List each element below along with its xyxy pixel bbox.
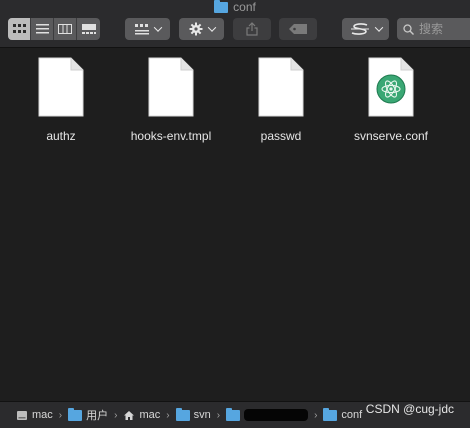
file-name: svnserve.conf <box>353 129 429 143</box>
blank-document-icon <box>38 57 84 117</box>
path-item-svn[interactable]: svn <box>175 407 211 421</box>
home-icon <box>124 410 135 420</box>
path-item-home[interactable]: mac <box>123 409 160 421</box>
path-item-conf[interactable]: conf <box>323 407 362 421</box>
path-item-redacted[interactable] <box>226 407 309 421</box>
file-grid: authz hooks-env.tmpl passwd svnserve.con… <box>0 49 470 401</box>
file-item-svnserve-conf[interactable]: svnserve.conf <box>336 57 446 143</box>
chevron-right-icon: › <box>314 409 318 421</box>
blank-document-icon <box>148 57 194 117</box>
folder-icon <box>175 407 190 421</box>
file-item-passwd[interactable]: passwd <box>226 57 336 143</box>
column-view-button[interactable] <box>54 18 77 40</box>
file-name: hooks-env.tmpl <box>130 129 212 143</box>
view-mode-control <box>8 18 100 40</box>
share-icon <box>246 22 258 36</box>
toolbar: conf <box>0 0 470 48</box>
icon-view-button[interactable] <box>8 18 31 40</box>
group-icon <box>134 23 149 34</box>
chevron-right-icon: › <box>166 409 170 421</box>
chevron-down-icon <box>374 23 383 32</box>
file-item-hooks-env[interactable]: hooks-env.tmpl <box>116 57 226 143</box>
path-item-users[interactable]: 用户 <box>68 407 108 423</box>
blank-document-icon <box>258 57 304 117</box>
tag-icon <box>289 24 307 34</box>
list-view-button[interactable] <box>31 18 54 40</box>
gallery-view-icon <box>81 24 96 34</box>
folder-icon <box>214 0 229 13</box>
tag-button[interactable] <box>279 18 317 40</box>
svn-action-button[interactable] <box>342 18 389 40</box>
gear-icon <box>189 22 202 36</box>
watermark: CSDN @cug-jdc <box>365 402 454 416</box>
chevron-right-icon: › <box>58 409 63 421</box>
folder-icon <box>68 407 83 421</box>
chevron-down-icon <box>207 23 216 32</box>
file-item-authz[interactable]: authz <box>6 57 116 143</box>
folder-icon <box>226 407 241 421</box>
redacted-label <box>244 409 309 421</box>
chevron-right-icon: › <box>216 409 221 421</box>
gallery-view-button[interactable] <box>77 18 100 40</box>
search-input[interactable] <box>419 22 469 36</box>
group-by-button[interactable] <box>125 18 170 40</box>
action-menu-button[interactable] <box>179 18 224 40</box>
list-view-icon <box>35 24 49 34</box>
window-title-bar: conf <box>0 0 470 14</box>
disk-icon <box>17 410 27 420</box>
file-name: passwd <box>260 129 302 143</box>
atom-document-icon <box>368 57 414 117</box>
column-view-icon <box>58 24 72 34</box>
chevron-right-icon: › <box>114 409 118 421</box>
window-title: conf <box>233 0 256 14</box>
folder-icon <box>323 407 338 421</box>
svn-icon <box>350 23 369 35</box>
file-name: authz <box>46 129 76 143</box>
path-item-disk[interactable]: mac <box>16 409 53 421</box>
search-field[interactable] <box>397 18 470 40</box>
search-icon <box>403 23 414 35</box>
icon-view-icon <box>12 24 26 33</box>
share-button[interactable] <box>233 18 271 40</box>
chevron-down-icon <box>153 23 162 32</box>
